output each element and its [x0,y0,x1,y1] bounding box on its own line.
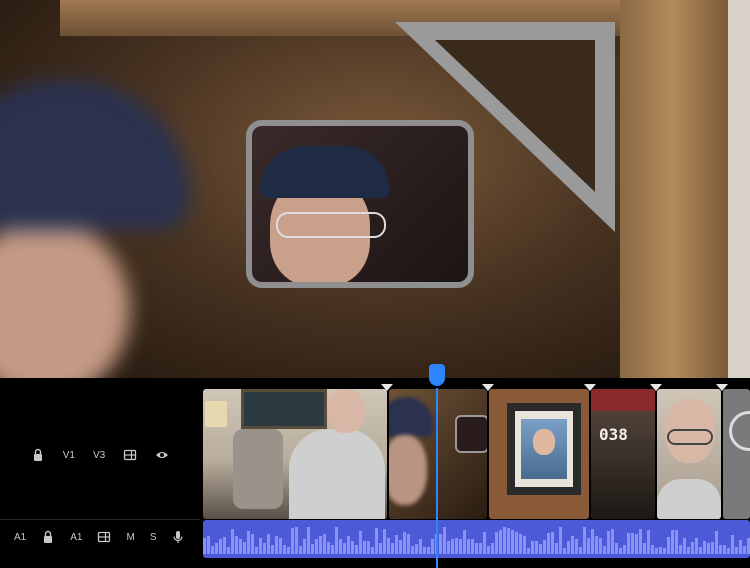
marker-triangle[interactable] [381,384,393,391]
video-track-header: V1 V3 [0,448,200,462]
playhead-handle[interactable] [429,364,445,386]
audio-track-header: A1 A1 M S [0,530,200,544]
video-source-label[interactable]: V1 [63,450,75,461]
video-viewer[interactable] [0,0,750,378]
film-strip-icon[interactable] [97,530,111,544]
video-target-label[interactable]: V3 [93,450,105,461]
foreground-face [0,220,130,378]
mirror-glasses [276,212,386,238]
video-clip[interactable] [723,389,750,519]
microphone-icon[interactable] [171,530,185,544]
video-clip[interactable] [389,389,487,519]
side-mirror [246,120,474,288]
track-divider [0,519,200,520]
marker-triangle[interactable] [650,384,662,391]
mute-button[interactable]: M [126,532,134,543]
solo-button[interactable]: S [150,532,157,543]
video-clip[interactable] [657,389,721,519]
audio-waveform [203,527,750,554]
foreground-cap [0,80,190,230]
wall-edge [728,0,750,378]
video-track[interactable]: 038 [203,389,750,519]
lock-icon[interactable] [31,448,45,462]
foreground-head [0,80,190,378]
video-clip[interactable] [489,389,589,519]
eye-icon[interactable] [155,448,169,462]
track-controls: V1 V3 A1 A1 M S [0,378,200,568]
timeline-tracks[interactable]: 038 [203,378,750,568]
clip-number-text: 038 [599,425,628,444]
playhead-line [436,388,438,568]
wood-post [620,0,728,378]
marker-triangle[interactable] [716,384,728,391]
timeline-editor: V1 V3 A1 A1 M S 038 [0,378,750,568]
lock-icon[interactable] [41,530,55,544]
marker-triangle[interactable] [584,384,596,391]
mirror-cap [260,146,390,198]
film-strip-icon[interactable] [123,448,137,462]
audio-source-label[interactable]: A1 [14,532,26,543]
audio-target-label[interactable]: A1 [70,532,82,543]
marker-triangle[interactable] [482,384,494,391]
video-clip[interactable]: 038 [591,389,655,519]
audio-track[interactable] [203,520,750,558]
video-clip[interactable] [203,389,387,519]
